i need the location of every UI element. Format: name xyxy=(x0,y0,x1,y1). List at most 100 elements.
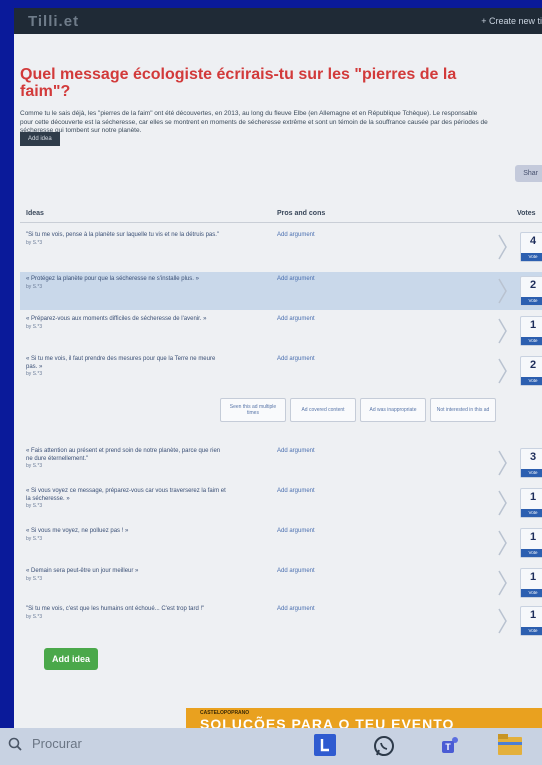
vote-button[interactable]: Vote xyxy=(521,627,542,635)
vote-box: 3 Vote xyxy=(520,448,542,478)
vote-button[interactable]: Vote xyxy=(521,253,542,261)
chevron-right-icon[interactable] xyxy=(498,490,508,516)
idea-author: by S.*3 xyxy=(26,575,43,582)
chevron-right-icon[interactable] xyxy=(498,318,508,344)
vote-box: 2 Vote xyxy=(520,276,542,306)
idea-text: « Si vous voyez ce message, préparez-vou… xyxy=(26,488,226,509)
search-icon xyxy=(8,737,22,751)
idea-row: « Si vous voyez ce message, préparez-vou… xyxy=(20,484,542,522)
chevron-right-icon[interactable] xyxy=(498,278,508,304)
vote-count: 1 xyxy=(529,609,537,621)
vote-box: 1 Vote xyxy=(520,606,542,636)
idea-text: "Si tu me vois, c'est que les humains on… xyxy=(26,606,226,621)
taskbar-search[interactable]: Procurar xyxy=(8,736,82,751)
chevron-right-icon[interactable] xyxy=(498,450,508,476)
vote-count: 2 xyxy=(529,359,537,371)
idea-row: « Si tu me vois, il faut prendre des mes… xyxy=(20,352,542,390)
vote-box: 1 Vote xyxy=(520,528,542,558)
table-header: Ideas Pros and cons Votes xyxy=(20,208,542,223)
site-logo[interactable]: Tilli.et xyxy=(28,13,79,30)
idea-author: by S.*3 xyxy=(26,535,43,542)
add-argument-link[interactable]: Add argument xyxy=(277,528,315,534)
vote-count: 1 xyxy=(529,319,537,331)
add-argument-link[interactable]: Add argument xyxy=(277,606,315,612)
whatsapp-icon[interactable] xyxy=(372,734,396,758)
idea-text: « Préparez-vous aux moments difficiles d… xyxy=(26,316,226,331)
site-header: Tilli.et + Create new ti xyxy=(14,8,542,34)
page-title: Quel message écologiste écrirais-tu sur … xyxy=(20,66,457,100)
idea-text: « Protégez la planète pour que la sécher… xyxy=(26,276,226,291)
idea-row: "Si tu me vois, c'est que les humains on… xyxy=(20,602,542,640)
ad-feedback-covered-button[interactable]: Ad covered content xyxy=(290,398,356,422)
chevron-right-icon[interactable] xyxy=(498,608,508,634)
votes-column-header: Votes xyxy=(517,210,536,217)
ad-feedback-inappropriate-button[interactable]: Ad was inappropriate xyxy=(360,398,426,422)
vote-box: 2 Vote xyxy=(520,356,542,386)
create-new-link[interactable]: + Create new ti xyxy=(481,16,542,26)
chevron-right-icon[interactable] xyxy=(498,358,508,384)
add-idea-button-bottom[interactable]: Add idea xyxy=(44,648,99,670)
idea-row: « Fais attention au présent et prend soi… xyxy=(20,444,542,482)
vote-count: 3 xyxy=(529,451,537,463)
page-intro: Comme tu le sais déjà, les "pierres de l… xyxy=(20,110,488,134)
idea-author: by S.*3 xyxy=(26,283,43,290)
idea-text: « Si tu me vois, il faut prendre des mes… xyxy=(26,356,226,379)
vote-button[interactable]: Vote xyxy=(521,589,542,597)
add-argument-link[interactable]: Add argument xyxy=(277,276,315,282)
idea-author: by S.*3 xyxy=(26,503,43,509)
vote-button[interactable]: Vote xyxy=(521,549,542,557)
idea-row: « Protégez la planète pour que la sécher… xyxy=(20,272,542,310)
vote-button[interactable]: Vote xyxy=(521,377,542,385)
windows-taskbar: Procurar T xyxy=(0,728,542,765)
add-argument-link[interactable]: Add argument xyxy=(277,488,315,494)
ad-feedback-bar: Seen this ad multiple times Ad covered c… xyxy=(220,398,496,422)
share-button[interactable]: Shar xyxy=(515,165,542,182)
vote-count: 1 xyxy=(529,571,537,583)
browser-viewport: Tilli.et + Create new ti Quel message éc… xyxy=(14,8,542,730)
idea-text: « Si vous me voyez, ne polluez pas ! » by… xyxy=(26,528,226,543)
idea-author: by S.*3 xyxy=(26,371,43,377)
vote-button[interactable]: Vote xyxy=(521,337,542,345)
idea-text: « Fais attention au présent et prend soi… xyxy=(26,448,226,471)
main-content: Quel message écologiste écrirais-tu sur … xyxy=(14,66,542,136)
add-argument-link[interactable]: Add argument xyxy=(277,232,315,238)
app-l-icon[interactable] xyxy=(314,734,336,756)
idea-text: "Si tu me vois, pense à la planète sur l… xyxy=(26,232,226,247)
ad-feedback-not-interested-button[interactable]: Not interested in this ad xyxy=(430,398,496,422)
add-idea-button-top[interactable]: Add idea xyxy=(20,132,60,146)
vote-box: 1 Vote xyxy=(520,316,542,346)
vote-box: 4 Vote xyxy=(520,232,542,262)
idea-text: « Demain sera peut-être un jour meilleur… xyxy=(26,568,226,583)
file-explorer-icon[interactable] xyxy=(498,734,522,756)
idea-author: by S.*3 xyxy=(26,323,43,330)
idea-author: by S.*3 xyxy=(26,613,43,620)
teams-icon[interactable]: T xyxy=(440,734,462,756)
add-argument-link[interactable]: Add argument xyxy=(277,448,315,454)
vote-box: 1 Vote xyxy=(520,568,542,598)
add-argument-link[interactable]: Add argument xyxy=(277,356,315,362)
vote-count: 1 xyxy=(529,531,537,543)
vote-count: 2 xyxy=(529,279,537,291)
vote-button[interactable]: Vote xyxy=(521,297,542,305)
vote-count: 4 xyxy=(529,235,537,247)
idea-row: « Préparez-vous aux moments difficiles d… xyxy=(20,312,542,350)
idea-author: by S.*3 xyxy=(26,463,43,469)
ideas-column-header: Ideas xyxy=(26,210,44,217)
idea-author: by S.*3 xyxy=(26,239,43,246)
add-argument-link[interactable]: Add argument xyxy=(277,568,315,574)
svg-text:T: T xyxy=(445,742,451,752)
add-argument-link[interactable]: Add argument xyxy=(277,316,315,322)
ad-banner[interactable]: CASTELOPOPRANO SOLUÇÕES PARA O TEU EVENT… xyxy=(186,708,542,730)
pros-cons-column-header: Pros and cons xyxy=(277,210,326,217)
chevron-right-icon[interactable] xyxy=(498,530,508,556)
vote-button[interactable]: Vote xyxy=(521,469,542,477)
chevron-right-icon[interactable] xyxy=(498,570,508,596)
vote-button[interactable]: Vote xyxy=(521,509,542,517)
idea-row: « Si vous me voyez, ne polluez pas ! » by… xyxy=(20,524,542,562)
ad-feedback-seen-button[interactable]: Seen this ad multiple times xyxy=(220,398,286,422)
idea-row: « Demain sera peut-être un jour meilleur… xyxy=(20,564,542,602)
search-placeholder: Procurar xyxy=(32,736,82,751)
idea-row: "Si tu me vois, pense à la planète sur l… xyxy=(20,228,542,266)
chevron-right-icon[interactable] xyxy=(498,234,508,260)
vote-box: 1 Vote xyxy=(520,488,542,518)
